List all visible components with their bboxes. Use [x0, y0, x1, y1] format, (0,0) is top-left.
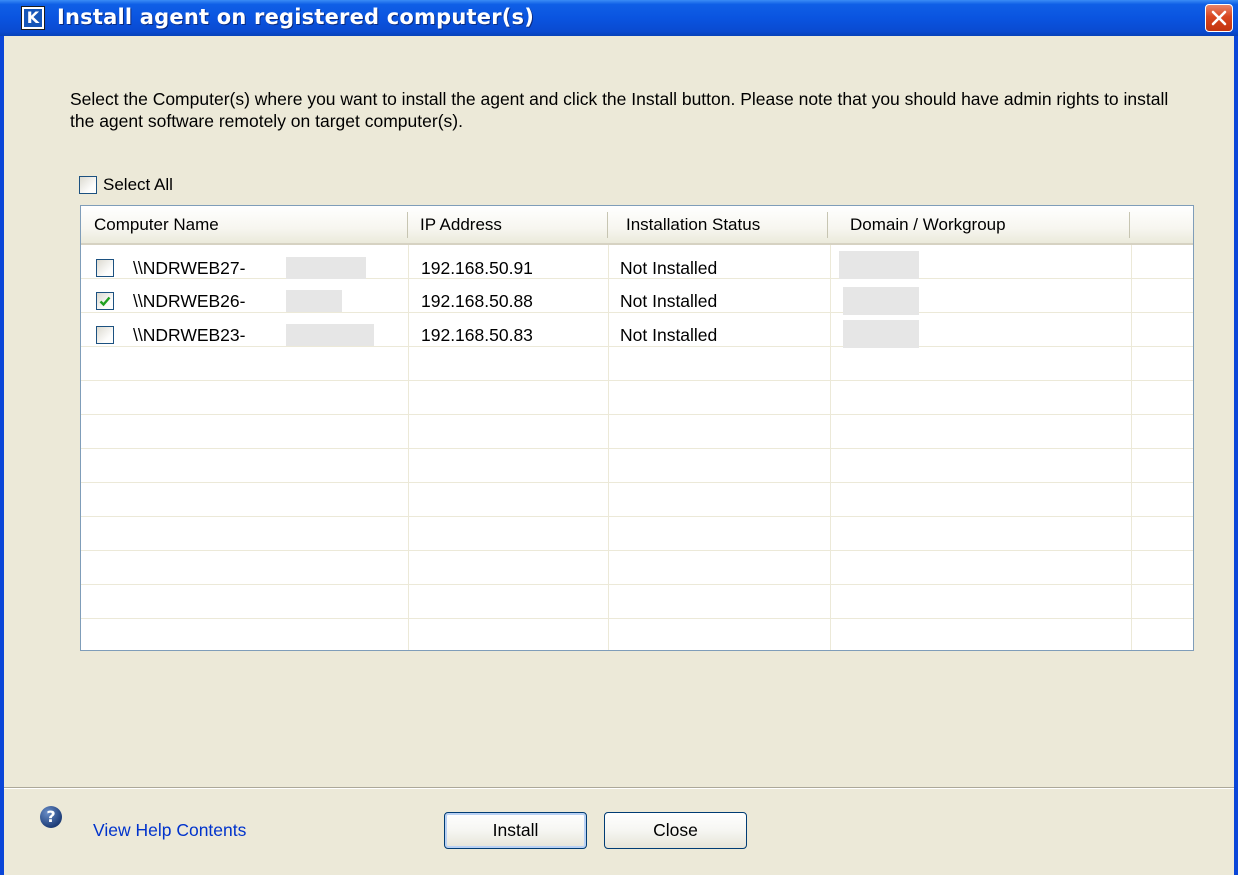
grid-line: [81, 482, 1193, 483]
grid-line: [81, 448, 1193, 449]
view-help-contents-link[interactable]: View Help Contents: [93, 820, 246, 841]
grid-line: [81, 380, 1193, 381]
installation-status-cell: Not Installed: [620, 291, 718, 311]
grid-line: [81, 550, 1193, 551]
row-checkbox[interactable]: [96, 292, 114, 310]
ip-address-cell: 192.168.50.91: [421, 258, 533, 278]
column-separator[interactable]: [827, 212, 828, 238]
column-header-computer-name[interactable]: Computer Name: [85, 206, 407, 243]
redacted-block: [286, 257, 366, 279]
app-icon-letter: K: [24, 9, 42, 27]
grid-line: [81, 618, 1193, 619]
table-row[interactable]: \\NDRWEB27- 192.168.50.91 Not Installed: [81, 251, 1193, 285]
computer-name-cell: \\NDRWEB26-: [133, 291, 246, 311]
row-checkbox[interactable]: [96, 259, 114, 277]
close-button[interactable]: Close: [604, 812, 747, 849]
select-all-checkbox[interactable]: Select All: [79, 174, 173, 196]
ip-address-cell: 192.168.50.83: [421, 325, 533, 345]
redacted-block: [843, 320, 919, 348]
table-row[interactable]: \\NDRWEB26- 192.168.50.88 Not Installed: [81, 284, 1193, 318]
install-agent-dialog: K Install agent on registered computer(s…: [0, 0, 1238, 875]
close-window-button[interactable]: [1205, 4, 1233, 32]
installation-status-cell: Not Installed: [620, 258, 718, 278]
redacted-block: [843, 287, 919, 315]
close-icon: [1211, 10, 1227, 26]
grid-line: [81, 584, 1193, 585]
row-checkbox[interactable]: [96, 326, 114, 344]
computer-list[interactable]: Computer Name IP Address Installation St…: [80, 205, 1194, 651]
grid-line: [81, 516, 1193, 517]
check-mark-icon: [99, 296, 111, 307]
computer-name-cell: \\NDRWEB27-: [133, 258, 246, 278]
column-header-domain-workgroup[interactable]: Domain / Workgroup: [841, 206, 1127, 243]
redacted-block: [839, 251, 919, 279]
title-bar[interactable]: K Install agent on registered computer(s…: [0, 0, 1238, 36]
grid-line: [81, 414, 1193, 415]
column-header-installation-status[interactable]: Installation Status: [617, 206, 827, 243]
table-row[interactable]: \\NDRWEB23- 192.168.50.83 Not Installed: [81, 318, 1193, 352]
help-icon[interactable]: ?: [40, 806, 62, 828]
footer-divider-highlight: [4, 788, 1234, 789]
window-title: Install agent on registered computer(s): [57, 5, 535, 29]
select-all-label: Select All: [103, 175, 173, 194]
column-separator[interactable]: [1129, 212, 1130, 238]
redacted-block: [286, 290, 342, 312]
column-separator[interactable]: [407, 212, 408, 238]
ip-address-cell: 192.168.50.88: [421, 291, 533, 311]
app-logo-icon: K: [21, 6, 45, 30]
install-button[interactable]: Install: [444, 812, 587, 849]
column-header-ip-address[interactable]: IP Address: [411, 206, 607, 243]
installation-status-cell: Not Installed: [620, 325, 718, 345]
redacted-block: [286, 324, 374, 346]
instructions-text: Select the Computer(s) where you want to…: [70, 89, 1169, 131]
list-header: Computer Name IP Address Installation St…: [81, 206, 1193, 245]
column-separator[interactable]: [607, 212, 608, 238]
select-all-box[interactable]: [79, 176, 97, 194]
computer-name-cell: \\NDRWEB23-: [133, 325, 246, 345]
